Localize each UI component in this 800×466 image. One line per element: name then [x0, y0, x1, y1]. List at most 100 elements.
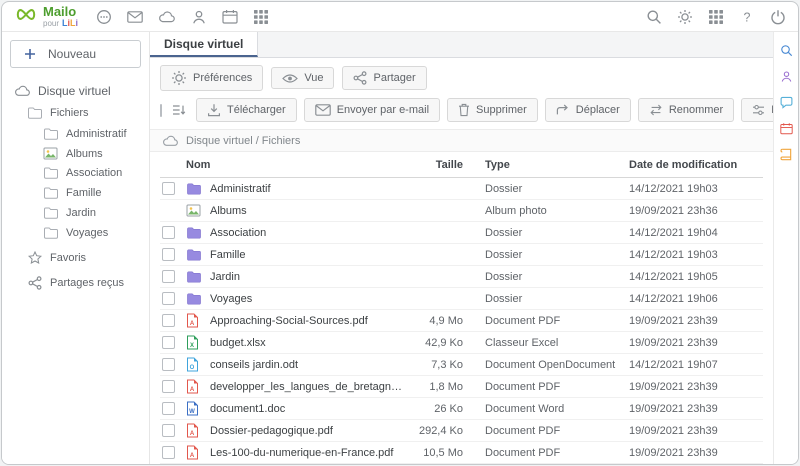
sidebar-item-famille[interactable]: Famille	[2, 183, 149, 203]
sidebar-item-label: Favoris	[50, 252, 86, 264]
download-button[interactable]: Télécharger	[196, 98, 297, 122]
row-checkbox[interactable]	[162, 314, 175, 327]
sidebar-item-albums[interactable]: Albums	[2, 144, 149, 163]
calendar-icon[interactable]	[222, 9, 238, 24]
file-type: Dossier	[463, 227, 623, 239]
file-name[interactable]: Dossier-pedagogique.pdf	[210, 425, 403, 437]
chat-shortcut-icon[interactable]	[780, 96, 793, 109]
sidebar-item-favoris[interactable]: Favoris	[2, 247, 149, 268]
contacts-shortcut-icon[interactable]	[780, 70, 793, 83]
calendar-shortcut-icon[interactable]	[780, 122, 793, 135]
file-type: Document OpenDocument	[463, 359, 623, 371]
table-row[interactable]: Xbudget.xlsx42,9 KoClasseur Excel19/09/2…	[160, 332, 763, 354]
row-checkbox[interactable]	[162, 380, 175, 393]
file-name[interactable]: budget.xlsx	[210, 337, 403, 349]
file-name[interactable]: Jardin	[210, 271, 403, 283]
sidebar-item-jardin[interactable]: Jardin	[2, 203, 149, 223]
table-row[interactable]: Oconseils jardin.odt7,3 KoDocument OpenD…	[160, 354, 763, 376]
preferences-button[interactable]: Préférences	[160, 65, 263, 91]
table-row[interactable]: AlbumsAlbum photo19/09/2021 23h36	[160, 200, 763, 222]
help-icon[interactable]: ?	[739, 9, 755, 25]
notes-shortcut-icon[interactable]	[780, 148, 793, 161]
row-checkbox[interactable]	[162, 402, 175, 415]
column-header-type[interactable]: Type	[463, 159, 623, 171]
table-row[interactable]: ADossier-pedagogique.pdf292,4 KoDocument…	[160, 420, 763, 442]
mail-icon[interactable]	[127, 11, 143, 23]
move-button[interactable]: Déplacer	[545, 98, 631, 122]
logo-tagline: pour	[43, 20, 59, 28]
sidebar-item-disque-virtuel[interactable]: Disque virtuel	[2, 80, 149, 102]
column-header-date-de-modification[interactable]: Date de modification	[623, 159, 763, 171]
new-button[interactable]: Nouveau	[10, 40, 141, 68]
sidebar-item-label: Administratif	[66, 128, 127, 140]
row-checkbox[interactable]	[162, 292, 175, 305]
sidebar-item-label: Association	[66, 167, 122, 179]
file-name[interactable]: conseils jardin.odt	[210, 359, 403, 371]
mailo-logo[interactable]: Mailo pour LiLi	[14, 5, 78, 28]
rename-button[interactable]: Renommer	[638, 98, 734, 122]
row-checkbox[interactable]	[162, 270, 175, 283]
send-email-button[interactable]: Envoyer par e-mail	[304, 98, 440, 122]
topbar: Mailo pour LiLi ?	[2, 2, 798, 32]
table-row[interactable]: ALes-100-du-numerique-en-France.pdf10,5 …	[160, 442, 763, 464]
table-row[interactable]: VoyagesDossier14/12/2021 19h06	[160, 288, 763, 310]
table-row[interactable]: AssociationDossier14/12/2021 19h04	[160, 222, 763, 244]
apps-grid-icon[interactable]	[253, 9, 269, 25]
properties-button[interactable]: Propriétés	[741, 98, 773, 122]
row-checkbox[interactable]	[162, 226, 175, 239]
table-row[interactable]: FamilleDossier14/12/2021 19h03	[160, 244, 763, 266]
sidebar-item-administratif[interactable]: Administratif	[2, 124, 149, 144]
folder-icon	[186, 270, 210, 284]
breadcrumb[interactable]: Disque virtuel / Fichiers	[150, 129, 773, 152]
share-button[interactable]: Partager	[342, 66, 426, 90]
button-label: Préférences	[193, 72, 252, 84]
column-header-nom[interactable]: Nom	[186, 159, 403, 171]
table-row[interactable]: AdministratifDossier14/12/2021 19h03	[160, 178, 763, 200]
table-row[interactable]: JardinDossier14/12/2021 19h05	[160, 266, 763, 288]
search-shortcut-icon[interactable]	[780, 44, 793, 57]
folder-icon	[42, 186, 59, 200]
search-icon[interactable]	[646, 9, 662, 25]
button-label: Partager	[373, 72, 415, 84]
row-checkbox[interactable]	[162, 248, 175, 261]
row-checkbox[interactable]	[162, 336, 175, 349]
file-name[interactable]: Association	[210, 227, 403, 239]
action-button-group: Télécharger Envoyer par e-mail Supprimer Dé…	[196, 98, 773, 122]
file-name[interactable]: Voyages	[210, 293, 403, 305]
settings-icon[interactable]	[677, 9, 693, 25]
file-name[interactable]: Administratif	[210, 183, 403, 195]
file-name[interactable]: Albums	[210, 205, 403, 217]
logout-icon[interactable]	[770, 9, 786, 25]
column-header-taille[interactable]: Taille	[403, 159, 463, 171]
table-row[interactable]: Adevelopper_les_langues_de_bretagne.pdf1…	[160, 376, 763, 398]
file-name[interactable]: developper_les_langues_de_bretagne.pdf	[210, 381, 403, 393]
file-name[interactable]: Les-100-du-numerique-en-France.pdf	[210, 447, 403, 459]
file-date: 14/12/2021 19h03	[623, 183, 763, 195]
sort-icon[interactable]	[172, 104, 186, 116]
file-name[interactable]: document1.doc	[210, 403, 403, 415]
contacts-icon[interactable]	[191, 9, 207, 25]
sidebar-item-voyages[interactable]: Voyages	[2, 223, 149, 243]
folder-icon	[26, 106, 43, 120]
row-checkbox[interactable]	[162, 424, 175, 437]
cloud-icon[interactable]	[158, 11, 176, 23]
sidebar-item-label: Albums	[66, 148, 103, 160]
file-name[interactable]: Approaching-Social-Sources.pdf	[210, 315, 403, 327]
sidebar-item-partages-recus[interactable]: Partages reçus	[2, 272, 149, 294]
sidebar-item-fichiers[interactable]: Fichiers	[2, 102, 149, 124]
organizer-icon[interactable]	[96, 9, 112, 25]
row-checkbox[interactable]	[162, 446, 175, 459]
row-checkbox[interactable]	[162, 182, 175, 195]
row-checkbox[interactable]	[162, 358, 175, 371]
odt-icon: O	[186, 357, 210, 372]
delete-button[interactable]: Supprimer	[447, 98, 538, 122]
select-all-checkbox[interactable]	[160, 104, 162, 117]
table-row[interactable]: Wdocument1.doc26 KoDocument Word19/09/20…	[160, 398, 763, 420]
tab-disque-virtuel[interactable]: Disque virtuel	[150, 32, 258, 57]
view-button[interactable]: Vue	[271, 67, 334, 89]
gear-icon	[171, 70, 187, 86]
sidebar-item-association[interactable]: Association	[2, 163, 149, 183]
table-row[interactable]: AApproaching-Social-Sources.pdf4,9 MoDoc…	[160, 310, 763, 332]
file-name[interactable]: Famille	[210, 249, 403, 261]
apps-icon[interactable]	[708, 9, 724, 25]
